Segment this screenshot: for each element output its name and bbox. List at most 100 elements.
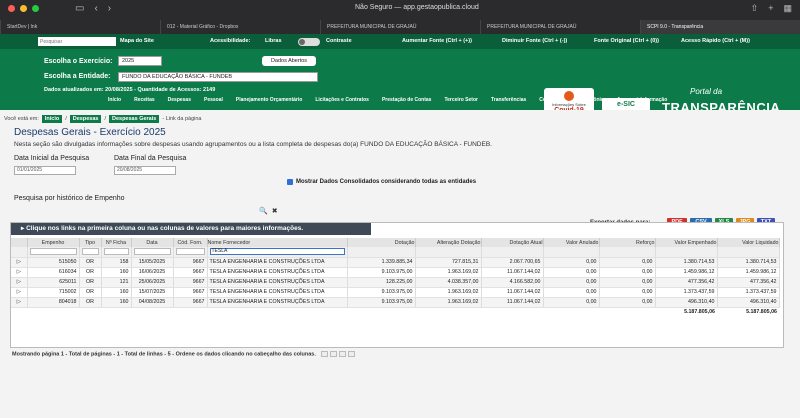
increase-font-link[interactable]: Aumentar Fonte (Ctrl + (+)) (402, 38, 472, 44)
filter-fornecedor-input[interactable]: TESLA (209, 248, 345, 256)
col-ficha[interactable]: Nº Ficha (101, 238, 132, 247)
menu-item[interactable]: Prestação de Contas (382, 97, 431, 103)
exercise-select[interactable]: 2025 (118, 56, 162, 66)
menu-item[interactable]: Planejamento Orçamentário (236, 97, 302, 103)
cell-empenho[interactable]: 515050 (27, 257, 80, 268)
browser-tab[interactable]: SCPI 9.0 - Transparência (640, 20, 800, 34)
cell-atual[interactable]: 11.067.144,02 (481, 287, 544, 298)
cell-empenhado[interactable]: 1.373.437,59 (655, 287, 718, 298)
cell-empenho[interactable]: 625011 (27, 277, 80, 288)
cell-empenhado[interactable]: 496.310,40 (655, 297, 718, 308)
cell-atual[interactable]: 11.067.144,02 (481, 297, 544, 308)
cell-alteracao[interactable]: 727.815,31 (415, 257, 482, 268)
cell-alteracao[interactable]: 1.963.169,02 (415, 287, 482, 298)
sidebar-icon[interactable]: ▭ (75, 3, 84, 14)
cell-dotacao[interactable]: 9.103.975,00 (347, 297, 416, 308)
browser-tab[interactable]: StartDev | Ink (0, 20, 160, 34)
close-window-button[interactable] (8, 5, 15, 12)
cell-dotacao[interactable]: 1.339.885,34 (347, 257, 416, 268)
filter-empenho-input[interactable] (29, 248, 77, 256)
breadcrumb-despesas-gerais[interactable]: Despesas Gerais (108, 115, 160, 123)
col-data[interactable]: Data (131, 238, 174, 247)
col-reforco[interactable]: Reforço (599, 238, 656, 247)
cell-empenhado[interactable]: 1.380.714,53 (655, 257, 718, 268)
filter-data-input[interactable] (133, 248, 171, 256)
cell-anulado[interactable]: 0,00 (543, 277, 600, 288)
cell-alteracao[interactable]: 4.038.357,00 (415, 277, 482, 288)
tools-icon[interactable]: ✖ (272, 207, 278, 215)
first-page-button[interactable] (321, 351, 329, 357)
start-date-input[interactable]: 01/01/2025 (14, 166, 76, 175)
forward-icon[interactable]: › (108, 3, 111, 14)
table-row[interactable]: ▷ 616034 OR 160 16/06/2025 9667 TESLA ENGENHAR… (11, 267, 780, 278)
cell-liquidado[interactable]: 477.356,42 (717, 277, 780, 288)
browser-tab[interactable]: PREFEITURA MUNICIPAL DE GRAJAÚ (320, 20, 480, 34)
col-dotacao[interactable]: Dotação (347, 238, 416, 247)
cell-reforco[interactable]: 0,00 (599, 287, 656, 298)
row-expand-icon[interactable]: ▷ (11, 277, 28, 288)
contrast-link[interactable]: Contraste (326, 38, 352, 44)
filter-ficha-input[interactable] (103, 248, 129, 256)
cell-alteracao[interactable]: 1.963.169,02 (415, 297, 482, 308)
col-empenho[interactable]: Empenho (27, 238, 80, 247)
share-icon[interactable]: ⇧ (751, 3, 759, 14)
col-valor-anulado[interactable]: Valor Anulado (543, 238, 600, 247)
menu-item[interactable]: Despesas (168, 97, 191, 103)
cell-empenho[interactable]: 616034 (27, 267, 80, 278)
open-data-button[interactable]: Dados Abertos (262, 56, 316, 66)
breadcrumb-despesas[interactable]: Despesas (69, 115, 102, 123)
maximize-window-button[interactable] (32, 5, 39, 12)
cell-dotacao[interactable]: 9.103.975,00 (347, 287, 416, 298)
row-expand-icon[interactable]: ▷ (11, 287, 28, 298)
minimize-window-button[interactable] (20, 5, 27, 12)
col-valor-empenhado[interactable]: Valor Empenhado (655, 238, 718, 247)
search-input[interactable] (38, 37, 116, 46)
row-expand-icon[interactable]: ▷ (11, 297, 28, 308)
col-nome-fornecedor[interactable]: Nome Fornecedor (207, 238, 348, 247)
table-row[interactable]: ▷ 715002 OR 160 15/07/2025 9667 TESLA ENGENHAR… (11, 287, 780, 298)
col-dotacao-atual[interactable]: Dotação Atual (481, 238, 544, 247)
row-expand-icon[interactable]: ▷ (11, 257, 28, 268)
menu-item[interactable]: Início (108, 97, 121, 103)
consolidated-checkbox[interactable] (287, 179, 293, 185)
menu-item[interactable]: Licitações e Contratos (315, 97, 369, 103)
cell-liquidado[interactable]: 1.373.437,59 (717, 287, 780, 298)
cell-atual[interactable]: 4.166.582,00 (481, 277, 544, 288)
libras-link[interactable]: Libras (265, 38, 282, 44)
col-tipo[interactable]: Tipo (79, 238, 102, 247)
cell-reforco[interactable]: 0,00 (599, 257, 656, 268)
row-expand-icon[interactable]: ▷ (11, 267, 28, 278)
table-row[interactable]: ▷ 804018 OR 160 04/08/2025 9667 TESLA ENGENHAR… (11, 297, 780, 308)
cell-alteracao[interactable]: 1.963.169,02 (415, 267, 482, 278)
filter-cod-input[interactable] (175, 248, 205, 256)
browser-tab[interactable]: 012 - Material Gráfico - Dropbox (160, 20, 320, 34)
address-bar[interactable]: Não Seguro — app.gestaopublica.cloud (355, 4, 479, 11)
cell-reforco[interactable]: 0,00 (599, 297, 656, 308)
cell-anulado[interactable]: 0,00 (543, 297, 600, 308)
cell-empenho[interactable]: 804018 (27, 297, 80, 308)
tab-overview-icon[interactable]: ▦ (783, 3, 792, 14)
site-map-link[interactable]: Mapa do Site (120, 38, 154, 44)
cell-anulado[interactable]: 0,00 (543, 287, 600, 298)
new-tab-icon[interactable]: + (768, 3, 773, 14)
consolidated-option[interactable]: Mostrar Dados Consolidados considerando … (287, 179, 476, 185)
col-valor-liquidado[interactable]: Valor Liquidado (717, 238, 780, 247)
prev-page-button[interactable] (330, 351, 338, 357)
zoom-search-icon[interactable]: 🔍 (259, 207, 268, 215)
end-date-input[interactable]: 20/08/2025 (114, 166, 176, 175)
decrease-font-link[interactable]: Diminuir Fonte (Ctrl + (-)) (502, 38, 567, 44)
cell-dotacao[interactable]: 128.225,00 (347, 277, 416, 288)
cell-empenho[interactable]: 715002 (27, 287, 80, 298)
cell-reforco[interactable]: 0,00 (599, 277, 656, 288)
cell-liquidado[interactable]: 1.459.986,12 (717, 267, 780, 278)
original-font-link[interactable]: Fonte Original (Ctrl + (0)) (594, 38, 659, 44)
breadcrumb-inicio[interactable]: Início (41, 115, 63, 123)
col-cod-forn[interactable]: Cód. Forn. (173, 238, 208, 247)
next-page-button[interactable] (339, 351, 347, 357)
cell-empenhado[interactable]: 477.356,42 (655, 277, 718, 288)
table-row[interactable]: ▷ 515050 OR 158 15/05/2025 9667 TESLA ENGENHAR… (11, 257, 780, 268)
cell-liquidado[interactable]: 496.310,40 (717, 297, 780, 308)
cell-anulado[interactable]: 0,00 (543, 267, 600, 278)
menu-item[interactable]: Pessoal (204, 97, 223, 103)
cell-reforco[interactable]: 0,00 (599, 267, 656, 278)
